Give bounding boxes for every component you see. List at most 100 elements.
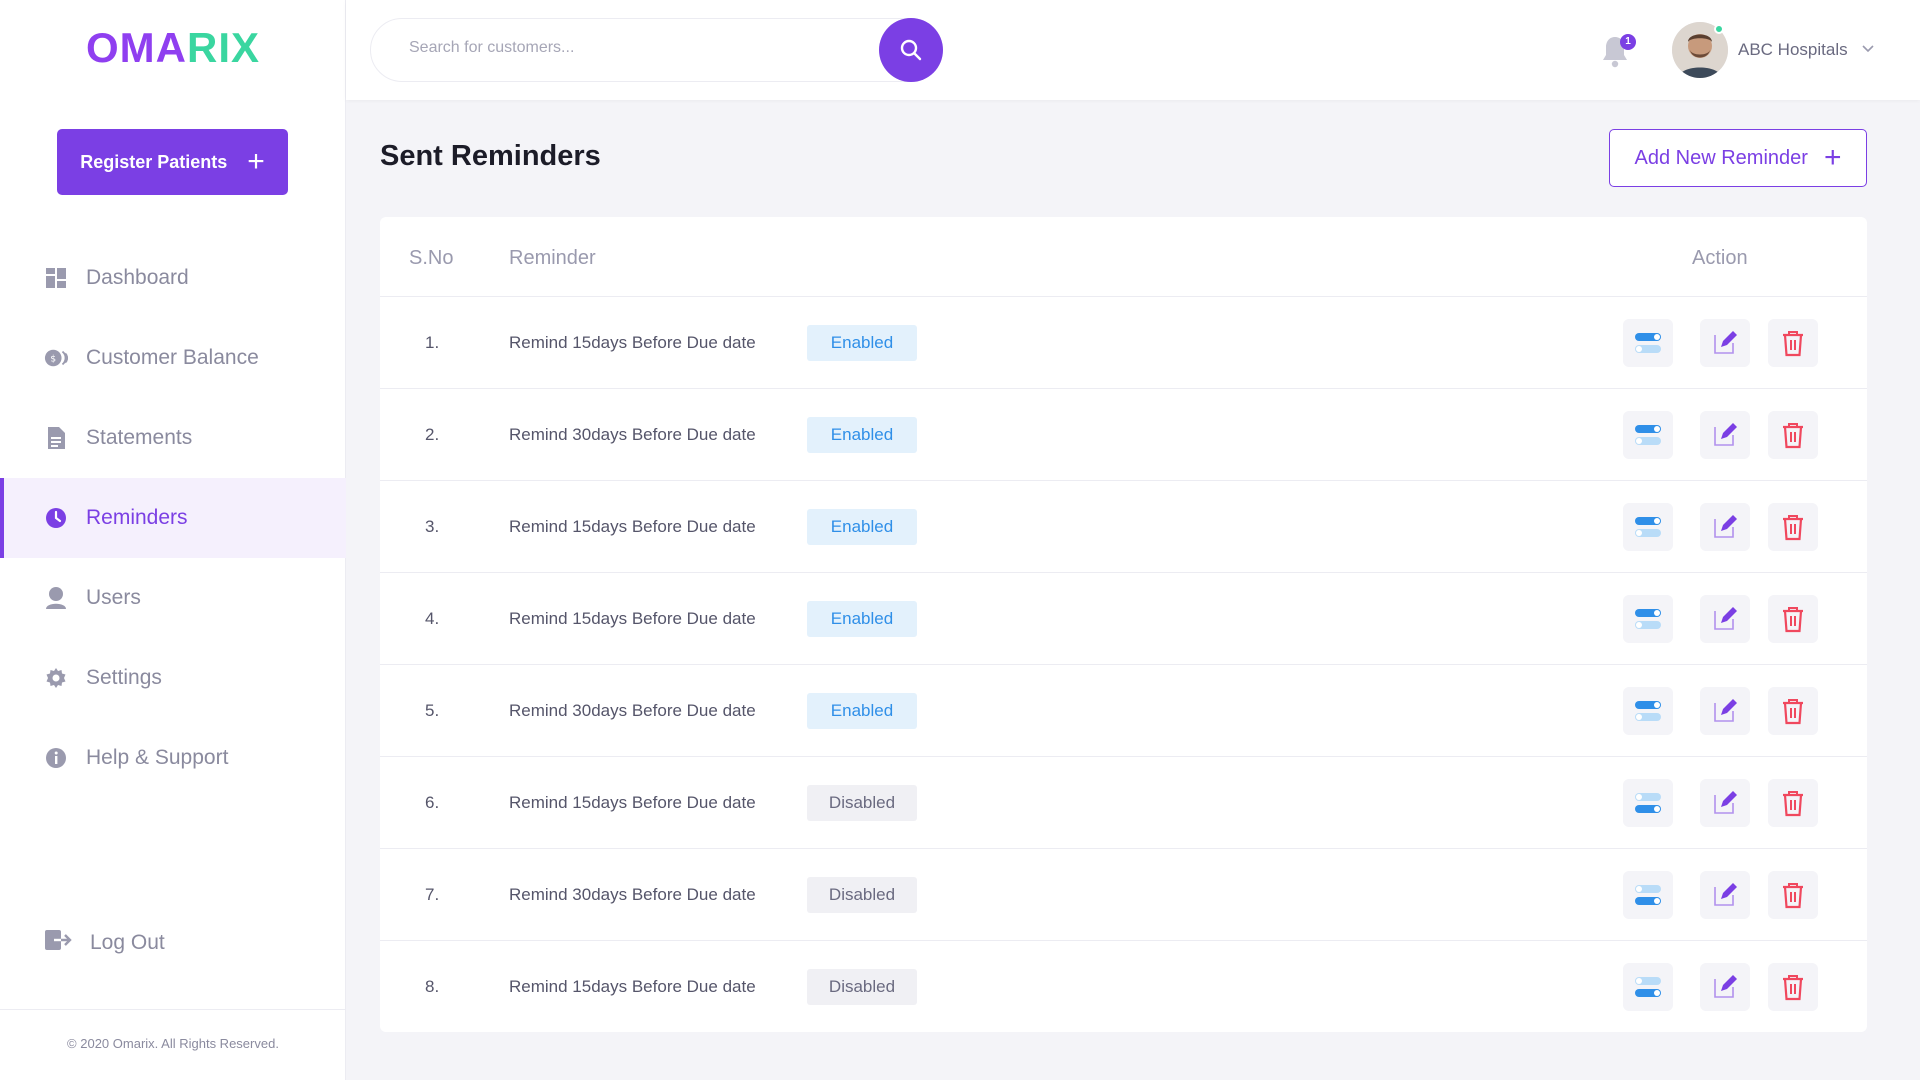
delete-button[interactable] (1768, 871, 1818, 919)
edit-button[interactable] (1700, 687, 1750, 735)
register-patients-button[interactable]: Register Patients + (57, 129, 288, 195)
sidebar-item-label: Statements (86, 426, 193, 449)
sidebar-item-label: Customer Balance (86, 346, 259, 369)
status-badge: Enabled (807, 509, 917, 545)
toggle-status-button[interactable] (1623, 503, 1673, 551)
trash-icon (1783, 331, 1803, 357)
toggle-icon (1635, 885, 1661, 905)
logout-label: Log Out (90, 931, 165, 954)
top-bar: 1 ABC Hospitals (346, 0, 1920, 100)
reminders-table: S.No Reminder Action 1. Remind 15days Bef… (380, 217, 1867, 1032)
edit-icon (1714, 607, 1737, 630)
info-icon (44, 746, 68, 770)
edit-button[interactable] (1700, 411, 1750, 459)
row-number: 5. (425, 701, 440, 720)
trash-icon (1783, 883, 1803, 909)
delete-button[interactable] (1768, 963, 1818, 1011)
add-new-reminder-label: Add New Reminder (1634, 146, 1808, 169)
delete-button[interactable] (1768, 687, 1818, 735)
delete-button[interactable] (1768, 595, 1818, 643)
reminder-text: Remind 30days Before Due date (509, 425, 756, 444)
column-header-sno: S.No (409, 247, 454, 269)
toggle-icon (1635, 793, 1661, 813)
chevron-down-icon[interactable] (1861, 42, 1875, 56)
sidebar-item-settings[interactable]: Settings (0, 638, 346, 718)
trash-icon (1783, 791, 1803, 817)
row-number: 7. (425, 885, 440, 904)
delete-button[interactable] (1768, 503, 1818, 551)
trash-icon (1783, 423, 1803, 449)
sidebar-item-label: Dashboard (86, 266, 189, 289)
brand-logo[interactable]: OMARIX (0, 24, 346, 72)
edit-button[interactable] (1700, 503, 1750, 551)
sidebar-item-help-support[interactable]: Help & Support (0, 718, 346, 798)
copyright-text: © 2020 Omarix. All Rights Reserved. (67, 1036, 279, 1051)
sidebar-item-reminders[interactable]: Reminders (0, 478, 346, 558)
edit-button[interactable] (1700, 871, 1750, 919)
edit-icon (1714, 515, 1737, 538)
notification-count-badge: 1 (1620, 34, 1636, 50)
table-row: 4. Remind 15days Before Due date Enabled (380, 573, 1867, 665)
edit-button[interactable] (1700, 963, 1750, 1011)
delete-button[interactable] (1768, 779, 1818, 827)
user-icon (44, 586, 68, 610)
search-input[interactable] (409, 39, 829, 57)
search-button[interactable] (879, 18, 943, 82)
trash-icon (1783, 607, 1803, 633)
edit-icon (1714, 791, 1737, 814)
delete-button[interactable] (1768, 319, 1818, 367)
edit-icon (1714, 423, 1737, 446)
sidebar-item-customer-balance[interactable]: $ Customer Balance (0, 318, 346, 398)
toggle-icon (1635, 425, 1661, 445)
toggle-icon (1635, 517, 1661, 537)
toggle-icon (1635, 609, 1661, 629)
search-icon (900, 39, 922, 61)
sidebar-item-statements[interactable]: Statements (0, 398, 346, 478)
logout-button[interactable]: Log Out (0, 903, 346, 983)
toggle-status-button[interactable] (1623, 687, 1673, 735)
table-row: 8. Remind 15days Before Due date Disabled (380, 941, 1867, 1033)
sidebar: OMARIX Register Patients + Dashboard $ C… (0, 0, 346, 1080)
sidebar-item-dashboard[interactable]: Dashboard (0, 238, 346, 318)
search-box (370, 18, 940, 82)
delete-button[interactable] (1768, 411, 1818, 459)
clock-icon (44, 506, 68, 530)
row-number: 1. (425, 333, 440, 352)
column-header-reminder: Reminder (509, 247, 596, 269)
reminder-text: Remind 15days Before Due date (509, 333, 756, 352)
brand-logo-part2: RIX (186, 24, 260, 71)
coins-icon: $ (44, 346, 68, 370)
dashboard-icon (44, 266, 68, 290)
account-name[interactable]: ABC Hospitals (1738, 40, 1848, 60)
status-badge: Disabled (807, 877, 917, 913)
row-number: 8. (425, 977, 440, 996)
document-icon (44, 426, 68, 450)
toggle-icon (1635, 701, 1661, 721)
toggle-status-button[interactable] (1623, 411, 1673, 459)
sidebar-item-label: Help & Support (86, 746, 229, 769)
status-badge: Disabled (807, 785, 917, 821)
online-status-dot (1714, 24, 1724, 34)
sidebar-divider (0, 1009, 346, 1010)
toggle-status-button[interactable] (1623, 871, 1673, 919)
reminder-text: Remind 30days Before Due date (509, 701, 756, 720)
toggle-status-button[interactable] (1623, 595, 1673, 643)
toggle-status-button[interactable] (1623, 779, 1673, 827)
trash-icon (1783, 699, 1803, 725)
edit-button[interactable] (1700, 319, 1750, 367)
toggle-icon (1635, 333, 1661, 353)
add-new-reminder-button[interactable]: Add New Reminder + (1609, 129, 1867, 187)
row-number: 3. (425, 517, 440, 536)
toggle-status-button[interactable] (1623, 963, 1673, 1011)
edit-button[interactable] (1700, 779, 1750, 827)
edit-button[interactable] (1700, 595, 1750, 643)
plus-icon: + (1823, 141, 1842, 174)
toggle-status-button[interactable] (1623, 319, 1673, 367)
table-row: 5. Remind 30days Before Due date Enabled (380, 665, 1867, 757)
reminder-text: Remind 15days Before Due date (509, 793, 756, 812)
page-title: Sent Reminders (380, 140, 601, 172)
sidebar-nav: Dashboard $ Customer Balance Statements … (0, 238, 346, 798)
toggle-icon (1635, 977, 1661, 997)
reminder-text: Remind 30days Before Due date (509, 885, 756, 904)
sidebar-item-users[interactable]: Users (0, 558, 346, 638)
